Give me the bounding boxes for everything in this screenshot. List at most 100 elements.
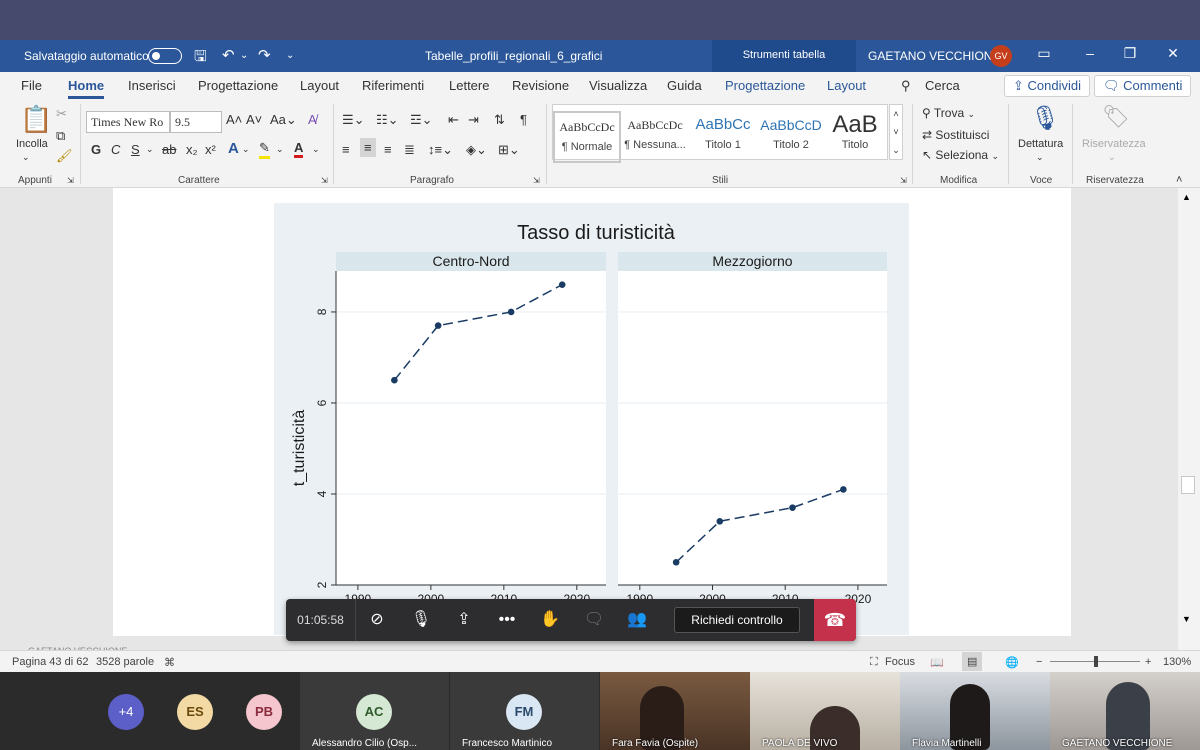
restore-icon[interactable]: ❐ — [1120, 45, 1140, 62]
focus-icon[interactable]: ⛶ — [870, 656, 878, 669]
camera-off-icon[interactable]: ⊘ — [366, 609, 388, 631]
decrease-indent-icon[interactable]: ⇤ — [448, 112, 459, 128]
tab-references[interactable]: Riferimenti — [362, 78, 424, 93]
zoom-out-icon[interactable]: − — [1036, 656, 1042, 668]
font-size-box[interactable]: 9.5 — [170, 111, 222, 133]
word-count[interactable]: 3528 parole — [96, 656, 154, 668]
participant-avatar[interactable]: PB — [246, 694, 282, 730]
scrollbar-thumb[interactable] — [1181, 476, 1195, 494]
highlight-icon[interactable]: ✎ — [259, 140, 270, 159]
font-color-icon[interactable]: A — [294, 140, 304, 158]
web-layout-icon[interactable]: 🌐 — [1005, 656, 1019, 669]
zoom-in-icon[interactable]: + — [1145, 656, 1151, 668]
hang-up-button[interactable]: ☎ — [814, 599, 856, 641]
scroll-down-arrow-icon[interactable]: ▼ — [1182, 614, 1191, 624]
justify-icon[interactable]: ≣ — [404, 142, 415, 158]
align-left-icon[interactable]: ≡ — [342, 142, 350, 157]
paragraph-launcher-icon[interactable]: ⇲ — [533, 176, 540, 185]
shrink-font-icon[interactable]: A˅ — [246, 112, 262, 127]
proofing-icon[interactable]: ⌘ — [164, 656, 175, 669]
tab-layout[interactable]: Layout — [300, 78, 339, 93]
tab-insert[interactable]: Inserisci — [128, 78, 176, 93]
save-icon[interactable]: 🖫 — [194, 46, 207, 71]
multilevel-list-icon[interactable]: ☲⌄ — [410, 112, 433, 128]
participant-avatar[interactable]: ES — [177, 694, 213, 730]
search-box[interactable]: Cerca — [925, 78, 960, 93]
collapse-ribbon-icon[interactable]: ˄ — [1176, 174, 1182, 186]
cut-icon[interactable]: ✂ — [56, 106, 67, 122]
replace-button[interactable]: ⇄ Sostituisci — [922, 128, 989, 142]
bold-icon[interactable]: G — [91, 142, 101, 157]
font-color-dropdown-icon[interactable]: ⌄ — [312, 144, 320, 155]
tab-table-layout[interactable]: Layout — [827, 78, 866, 93]
tab-review[interactable]: Revisione — [512, 78, 569, 93]
format-painter-icon[interactable]: 🖌 — [56, 148, 73, 164]
mic-off-icon[interactable]: 🎙 — [410, 609, 432, 631]
participant-video[interactable]: Fara Favia (Ospite) — [600, 672, 750, 750]
participant-video[interactable]: Flavia Martinelli — [900, 672, 1050, 750]
styles-launcher-icon[interactable]: ⇲ — [900, 176, 907, 185]
grow-font-icon[interactable]: A˄ — [226, 112, 242, 127]
superscript-icon[interactable]: x² — [205, 142, 216, 157]
text-effects-icon[interactable]: A — [228, 140, 239, 157]
paste-button[interactable]: Incolla — [16, 138, 48, 150]
paste-icon[interactable]: 📋 — [20, 104, 52, 135]
ribbon-display-icon[interactable]: ▭ — [1034, 45, 1054, 62]
style-title[interactable]: AaB Titolo — [821, 111, 889, 163]
shading-icon[interactable]: ◈⌄ — [466, 142, 487, 158]
autosave-toggle[interactable] — [148, 48, 182, 64]
dictate-button[interactable]: Dettatura — [1018, 138, 1063, 150]
request-control-button[interactable]: Richiedi controllo — [674, 607, 800, 633]
participant-video[interactable]: PAOLA DE VIVO — [750, 672, 900, 750]
tab-view[interactable]: Visualizza — [589, 78, 647, 93]
user-avatar[interactable]: GV — [990, 45, 1012, 67]
chat-icon[interactable]: 🗨 — [583, 609, 605, 631]
underline-dropdown-icon[interactable]: ⌄ — [146, 144, 154, 155]
undo-icon[interactable]: ↶ — [222, 46, 235, 64]
tab-design[interactable]: Progettazione — [198, 78, 278, 93]
italic-icon[interactable]: C — [111, 142, 120, 157]
style-heading-1[interactable]: AaBbCc Titolo 1 — [689, 111, 757, 163]
tab-mailings[interactable]: Lettere — [449, 78, 489, 93]
more-participants[interactable]: +4 — [108, 694, 144, 730]
style-normal[interactable]: AaBbCcDc ¶ Normale — [553, 111, 621, 163]
participant-tile[interactable]: FM Francesco Martinico — [450, 672, 599, 750]
line-spacing-icon[interactable]: ↕≡⌄ — [428, 142, 453, 158]
show-formatting-icon[interactable]: ¶ — [520, 112, 527, 127]
increase-indent-icon[interactable]: ⇥ — [468, 112, 479, 128]
scroll-down-icon[interactable]: ˅ — [893, 127, 898, 137]
tab-home[interactable]: Home — [68, 78, 105, 99]
font-launcher-icon[interactable]: ⇲ — [321, 176, 328, 185]
styles-scroll[interactable]: ˄ ˅ ⌄ — [889, 104, 903, 160]
select-button[interactable]: ↖ Seleziona ⌄ — [922, 148, 999, 162]
find-button[interactable]: ⚲ Trova ⌄ — [922, 106, 975, 120]
borders-icon[interactable]: ⊞⌄ — [498, 142, 520, 158]
vertical-scrollbar[interactable]: ▲ ▼ — [1178, 188, 1200, 650]
scroll-up-arrow-icon[interactable]: ▲ — [1182, 192, 1191, 202]
comments-button[interactable]: 🗨 Commenti — [1094, 75, 1192, 97]
microphone-icon[interactable]: 🎙 — [1030, 104, 1060, 133]
customize-toolbar-icon[interactable]: ⌄ — [286, 50, 294, 61]
zoom-slider-thumb[interactable] — [1094, 656, 1098, 667]
focus-button[interactable]: Focus — [885, 656, 915, 668]
tab-help[interactable]: Guida — [667, 78, 702, 93]
copy-icon[interactable]: ⧉ — [56, 128, 65, 144]
participant-video[interactable]: GAETANO VECCHIONE — [1050, 672, 1200, 750]
more-actions-icon[interactable]: ••• — [496, 609, 518, 631]
tab-file[interactable]: File — [21, 78, 42, 93]
redo-icon[interactable]: ↷ — [258, 46, 271, 64]
zoom-level[interactable]: 130% — [1163, 656, 1191, 668]
scroll-up-icon[interactable]: ˄ — [893, 109, 898, 119]
share-screen-icon[interactable]: ⇪ — [453, 609, 475, 631]
close-icon[interactable]: ✕ — [1163, 45, 1183, 62]
raise-hand-icon[interactable]: ✋ — [539, 609, 561, 631]
page-count[interactable]: Pagina 43 di 62 — [12, 656, 88, 668]
sort-icon[interactable]: ⇅ — [494, 112, 505, 128]
undo-dropdown-icon[interactable]: ⌄ — [240, 50, 248, 61]
bullets-icon[interactable]: ☰⌄ — [342, 112, 365, 128]
minimize-icon[interactable]: – — [1080, 45, 1100, 61]
align-center-icon[interactable]: ≡ — [360, 138, 376, 157]
font-name-box[interactable]: Times New Ro — [86, 111, 170, 133]
underline-icon[interactable]: S — [131, 142, 140, 157]
clipboard-launcher-icon[interactable]: ⇲ — [67, 176, 74, 185]
